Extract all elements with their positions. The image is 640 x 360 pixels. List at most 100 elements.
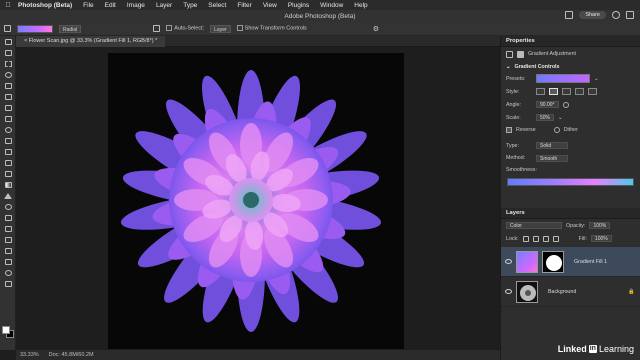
menu-type[interactable]: Type xyxy=(183,2,197,9)
layers-panel-title[interactable]: Layers xyxy=(501,208,640,219)
visibility-eye-icon[interactable] xyxy=(505,289,512,294)
clone-stamp-tool[interactable] xyxy=(0,146,16,157)
method-select[interactable]: Smooth xyxy=(536,154,568,162)
scale-field[interactable]: 50% xyxy=(536,114,555,121)
move-tool[interactable] xyxy=(0,36,16,47)
properties-panel-title[interactable]: Properties xyxy=(501,36,640,47)
menu-window[interactable]: Window xyxy=(320,2,343,9)
dither-label: Dither xyxy=(563,127,578,133)
angle-dial[interactable] xyxy=(562,101,569,108)
document-tab[interactable]: × Flower Scan.jpg @ 33.3% (Gradient Fill… xyxy=(16,36,166,47)
brush-tool[interactable] xyxy=(0,135,16,146)
collapse-chevron-icon: ⌄ xyxy=(506,63,511,70)
menu-plugins[interactable]: Plugins xyxy=(288,2,309,9)
search-icon[interactable] xyxy=(612,11,620,19)
object-select-tool[interactable] xyxy=(0,80,16,91)
menu-select[interactable]: Select xyxy=(208,2,226,9)
gradient-tool[interactable] xyxy=(0,179,16,190)
chevron-down-icon[interactable]: ⌄ xyxy=(594,76,598,82)
zoom-level[interactable]: 33.33% xyxy=(20,352,39,358)
menu-filter[interactable]: Filter xyxy=(237,2,251,9)
scale-dropdown-icon[interactable]: ⌄ xyxy=(558,115,562,121)
zoom-tool[interactable] xyxy=(0,267,16,278)
type-tool[interactable] xyxy=(0,223,16,234)
healing-brush-tool[interactable] xyxy=(0,124,16,135)
gradient-type-select[interactable]: Radial xyxy=(59,24,82,33)
style-radial-button[interactable] xyxy=(549,88,558,95)
auto-select-checkbox[interactable] xyxy=(166,25,173,32)
reverse-checkbox[interactable] xyxy=(506,127,512,133)
layer-name[interactable]: Gradient Fill 1 xyxy=(574,259,607,265)
canvas-area[interactable] xyxy=(16,47,500,350)
dither-checkbox[interactable] xyxy=(553,127,560,133)
visibility-eye-icon[interactable] xyxy=(505,259,512,264)
foreground-color[interactable] xyxy=(2,326,10,334)
menu-app[interactable]: Photoshop (Beta) xyxy=(18,2,72,9)
menu-bar:  Photoshop (Beta) File Edit Image Layer… xyxy=(0,0,640,10)
document-tabs: × Flower Scan.jpg @ 33.3% (Gradient Fill… xyxy=(16,36,500,47)
eraser-tool[interactable] xyxy=(0,168,16,179)
menu-image[interactable]: Image xyxy=(127,2,145,9)
mask-icon[interactable] xyxy=(517,50,524,58)
style-diamond-button[interactable] xyxy=(588,88,597,95)
status-bar: 33.33% Doc: 45.8M/60.2M xyxy=(16,350,500,360)
artboard-tool[interactable] xyxy=(0,47,16,58)
settings-gear-icon[interactable]: ⚙ xyxy=(373,25,379,33)
style-reflected-button[interactable] xyxy=(575,88,584,95)
gradient-preset-swatch[interactable] xyxy=(536,74,590,83)
menu-help[interactable]: Help xyxy=(354,2,367,9)
flower-image[interactable] xyxy=(108,53,404,349)
layer-name[interactable]: Background xyxy=(548,289,576,295)
layer-gradient-fill[interactable]: Gradient Fill 1 xyxy=(501,247,640,277)
lock-artboard-icon[interactable] xyxy=(542,235,549,242)
style-linear-button[interactable] xyxy=(536,88,545,95)
show-transform-checkbox[interactable] xyxy=(236,25,243,32)
more-tools[interactable] xyxy=(0,278,16,289)
crop-tool[interactable] xyxy=(0,91,16,102)
color-swatches[interactable] xyxy=(2,326,14,338)
gradient-picker[interactable] xyxy=(17,24,53,33)
menu-layer[interactable]: Layer xyxy=(156,2,172,9)
lock-all-icon[interactable] xyxy=(552,235,559,242)
hand-tool[interactable] xyxy=(0,256,16,267)
menu-file[interactable]: File xyxy=(83,2,93,9)
type-select[interactable]: Solid xyxy=(536,142,568,149)
eyedropper-tool[interactable] xyxy=(0,113,16,124)
eraser-icon xyxy=(4,170,12,177)
adjustment-label: Gradient Adjustment xyxy=(528,51,576,57)
menu-edit[interactable]: Edit xyxy=(105,2,116,9)
fill-field[interactable]: 100% xyxy=(590,235,612,242)
layer-thumbnail[interactable] xyxy=(516,250,538,273)
blur-tool[interactable] xyxy=(0,190,16,201)
pen-tool[interactable] xyxy=(0,212,16,223)
apple-icon[interactable]:  xyxy=(4,1,12,9)
cloud-docs-icon[interactable] xyxy=(565,11,574,19)
path-select-tool[interactable] xyxy=(0,234,16,245)
doc-info[interactable]: Doc: 45.8M/60.2M xyxy=(49,352,94,358)
tools-panel xyxy=(0,36,16,350)
dodge-tool[interactable] xyxy=(0,201,16,212)
layer-thumbnail[interactable] xyxy=(516,280,538,303)
menu-view[interactable]: View xyxy=(263,2,277,9)
layer-background[interactable]: Background 🔒 xyxy=(501,277,640,307)
lock-position-icon[interactable] xyxy=(532,235,539,242)
shape-tool[interactable] xyxy=(0,245,16,256)
auto-select-target[interactable]: Layer xyxy=(210,24,231,33)
home-icon[interactable] xyxy=(4,25,11,32)
scale-label: Scale: xyxy=(506,114,521,121)
workspace-icon[interactable] xyxy=(626,11,634,19)
opacity-field[interactable]: 100% xyxy=(589,222,611,229)
layer-mask-thumbnail[interactable] xyxy=(542,250,564,273)
marquee-tool[interactable] xyxy=(0,58,16,69)
gradient-ramp[interactable] xyxy=(507,178,634,186)
history-brush-tool[interactable] xyxy=(0,157,16,168)
lock-label: Lock: xyxy=(506,235,519,242)
frame-tool[interactable] xyxy=(0,102,16,113)
lasso-tool[interactable] xyxy=(0,69,16,80)
blend-mode-select[interactable]: Color xyxy=(506,222,562,229)
share-button[interactable]: Share xyxy=(579,11,606,19)
style-angle-button[interactable] xyxy=(562,88,571,95)
gradient-controls-section[interactable]: ⌄ Gradient Controls xyxy=(501,61,640,72)
angle-field[interactable]: 90.00° xyxy=(536,101,559,108)
lock-pixels-icon[interactable] xyxy=(522,235,529,242)
